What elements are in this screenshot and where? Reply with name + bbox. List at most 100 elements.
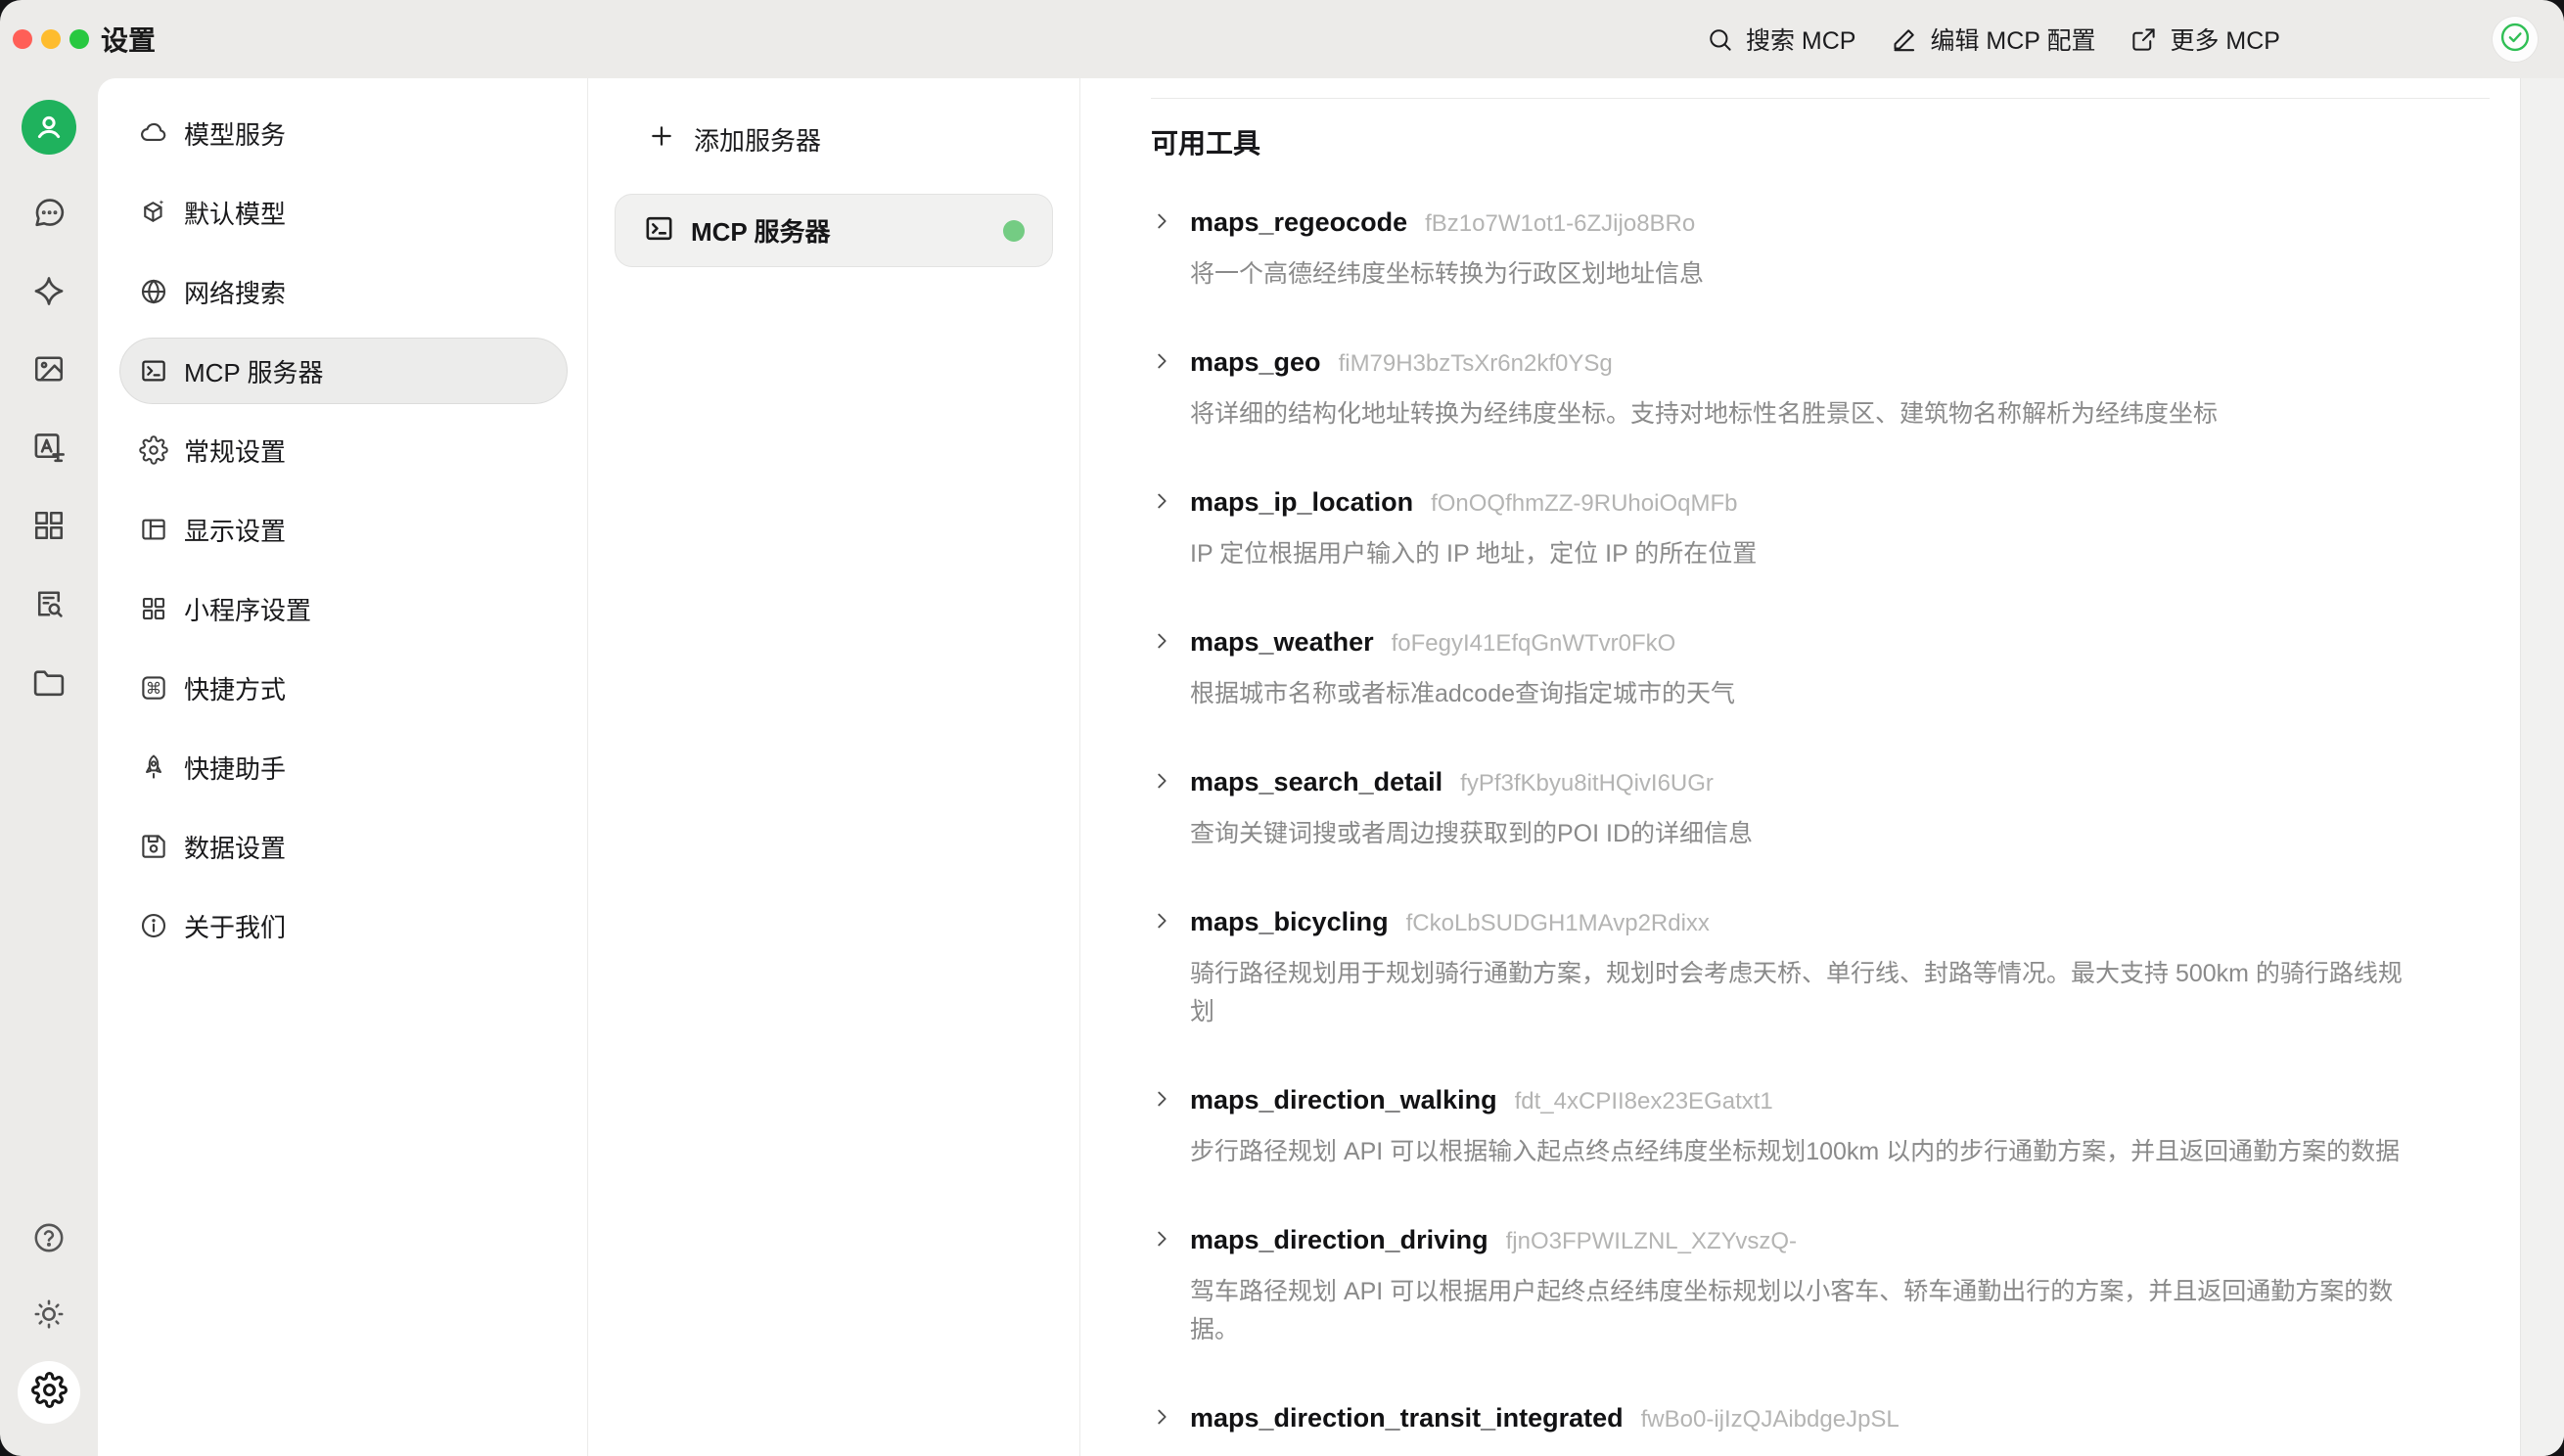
edit-mcp-config-button[interactable]: 编辑 MCP 配置 bbox=[1891, 22, 2095, 57]
tool-id: fBz1o7W1ot1-6ZJijo8BRo bbox=[1425, 205, 1695, 244]
add-server-button[interactable]: 添加服务器 bbox=[615, 112, 1053, 166]
tool-row[interactable]: maps_direction_driving fjnO3FPWILZNL_XZY… bbox=[1151, 1220, 2490, 1349]
tool-name: maps_regeocode bbox=[1190, 203, 1407, 242]
rail-item-theme[interactable] bbox=[31, 1297, 67, 1337]
chevron-right-icon[interactable] bbox=[1151, 1220, 1190, 1349]
window-title: 设置 bbox=[101, 0, 156, 78]
tool-description: 将详细的结构化地址转换为经纬度坐标。支持对地标性名胜景区、建筑物名称解析为经纬度… bbox=[1190, 395, 2413, 433]
settings-window: 设置 搜索 MCP 编辑 MCP 配置 更多 MCP bbox=[0, 0, 2564, 1456]
tool-description: 步行路径规划 API 可以根据输入起点终点经纬度坐标规划100km 以内的步行通… bbox=[1190, 1133, 2413, 1171]
mcp-server-card[interactable]: MCP 服务器 bbox=[615, 194, 1053, 267]
tool-row[interactable]: maps_geo fiM79H3bzTsXr6n2kf0YSg 将详细的结构化地… bbox=[1151, 342, 2490, 433]
rail-item-knowledge[interactable] bbox=[31, 586, 67, 626]
tool-row[interactable]: maps_search_detail fyPf3fKbyu8itHQivI6UG… bbox=[1151, 762, 2490, 853]
tool-id: fdt_4xCPII8ex23EGatxt1 bbox=[1515, 1082, 1773, 1121]
sidebar-item-web-search[interactable]: 网络搜索 bbox=[119, 258, 568, 325]
tools-list: maps_regeocode fBz1o7W1ot1-6ZJijo8BRo 将一… bbox=[1151, 203, 2490, 1451]
rail-item-translate[interactable] bbox=[31, 430, 68, 471]
check-circle-icon bbox=[2497, 20, 2533, 60]
rail-item-chat[interactable] bbox=[31, 195, 68, 236]
globe-icon bbox=[139, 277, 168, 306]
tool-description: IP 定位根据用户输入的 IP 地址，定位 IP 的所在位置 bbox=[1190, 535, 2413, 573]
gear-icon bbox=[139, 435, 168, 465]
chevron-right-icon[interactable] bbox=[1151, 902, 1190, 1031]
command-icon: ⌘ bbox=[139, 673, 168, 703]
tool-row[interactable]: maps_bicycling fCkoLbSUDGH1MAvp2Rdixx 骑行… bbox=[1151, 902, 2490, 1031]
chevron-right-icon[interactable] bbox=[1151, 203, 1190, 294]
settings-menu: 模型服务 默认模型 网络搜索 MCP 服务器 常规设置 显示设置 bbox=[98, 78, 587, 1456]
tool-row[interactable]: maps_direction_walking fdt_4xCPII8ex23EG… bbox=[1151, 1080, 2490, 1171]
edit-icon bbox=[1891, 26, 1917, 53]
tool-name: maps_direction_driving bbox=[1190, 1220, 1488, 1259]
tool-row[interactable]: maps_direction_transit_integrated fwBo0-… bbox=[1151, 1398, 2490, 1451]
document-search-icon bbox=[31, 586, 67, 626]
tool-description: 将一个高德经纬度坐标转换为行政区划地址信息 bbox=[1190, 255, 2413, 294]
mini-grid-icon bbox=[139, 594, 168, 623]
server-list: 添加服务器 MCP 服务器 bbox=[588, 78, 1079, 1456]
close-button[interactable] bbox=[13, 29, 32, 49]
sidebar-item-miniapps[interactable]: 小程序设置 bbox=[119, 575, 568, 642]
chevron-right-icon[interactable] bbox=[1151, 342, 1190, 433]
sidebar-item-general[interactable]: 常规设置 bbox=[119, 417, 568, 483]
sidebar-item-display[interactable]: 显示设置 bbox=[119, 496, 568, 563]
sidebar-item-model-services[interactable]: 模型服务 bbox=[119, 100, 568, 166]
translate-icon bbox=[31, 430, 68, 471]
terminal-icon bbox=[643, 212, 675, 250]
chevron-right-icon[interactable] bbox=[1151, 482, 1190, 573]
chevron-right-icon[interactable] bbox=[1151, 622, 1190, 713]
tool-row[interactable]: maps_weather foFegyI41EfqGnWTvr0FkO 根据城市… bbox=[1151, 622, 2490, 713]
tool-description: 查询关键词搜或者周边搜获取到的POI ID的详细信息 bbox=[1190, 815, 2413, 853]
tool-description: 骑行路径规划用于规划骑行通勤方案，规划时会考虑天桥、单行线、封路等情况。最大支持… bbox=[1190, 955, 2413, 1031]
tool-name: maps_direction_transit_integrated bbox=[1190, 1398, 1624, 1437]
rocket-icon bbox=[139, 752, 168, 782]
minimize-button[interactable] bbox=[41, 29, 61, 49]
sidebar-item-quick-assistant[interactable]: 快捷助手 bbox=[119, 734, 568, 800]
help-icon bbox=[31, 1220, 67, 1260]
cube-icon bbox=[139, 198, 168, 227]
tool-name: maps_geo bbox=[1190, 342, 1321, 382]
rail-item-images[interactable] bbox=[31, 351, 67, 391]
sidebar-item-about[interactable]: 关于我们 bbox=[119, 892, 568, 959]
more-mcp-button[interactable]: 更多 MCP bbox=[2130, 22, 2280, 57]
rail-item-assistant[interactable] bbox=[31, 273, 68, 314]
tool-id: fCkoLbSUDGH1MAvp2Rdixx bbox=[1406, 904, 1710, 943]
chevron-right-icon[interactable] bbox=[1151, 1398, 1190, 1451]
rail-item-apps[interactable] bbox=[31, 508, 67, 548]
status-badge[interactable] bbox=[2493, 17, 2538, 62]
plus-icon bbox=[649, 123, 674, 156]
zoom-button[interactable] bbox=[69, 29, 89, 49]
rail-item-settings[interactable] bbox=[18, 1361, 80, 1424]
folder-icon bbox=[31, 664, 68, 705]
sidebar-item-default-models[interactable]: 默认模型 bbox=[119, 179, 568, 246]
rail-item-files[interactable] bbox=[31, 664, 68, 705]
save-icon bbox=[139, 832, 168, 861]
divider bbox=[1151, 98, 2490, 99]
chevron-right-icon[interactable] bbox=[1151, 762, 1190, 853]
tool-id: fjnO3FPWILZNL_XZYvszQ- bbox=[1506, 1222, 1797, 1261]
tool-row[interactable]: maps_regeocode fBz1o7W1ot1-6ZJijo8BRo 将一… bbox=[1151, 203, 2490, 294]
sidebar-item-data[interactable]: 数据设置 bbox=[119, 813, 568, 880]
tool-name: maps_weather bbox=[1190, 622, 1374, 661]
nav-rail bbox=[0, 78, 98, 1456]
tool-description: 驾车路径规划 API 可以根据用户起终点经纬度坐标规划以小客车、轿车通勤出行的方… bbox=[1190, 1273, 2413, 1349]
available-tools-title: 可用工具 bbox=[1151, 124, 2490, 163]
info-icon bbox=[139, 911, 168, 940]
external-link-icon bbox=[2130, 26, 2157, 53]
chevron-right-icon[interactable] bbox=[1151, 1080, 1190, 1171]
settings-gear-icon bbox=[31, 1372, 68, 1413]
cloud-icon bbox=[139, 118, 168, 148]
settings-panel: 模型服务 默认模型 网络搜索 MCP 服务器 常规设置 显示设置 bbox=[98, 78, 2564, 1456]
tool-name: maps_search_detail bbox=[1190, 762, 1442, 801]
rail-item-help[interactable] bbox=[31, 1220, 67, 1260]
tool-row[interactable]: maps_ip_location fOnOQfhmZZ-9RUhoiOqMFb … bbox=[1151, 482, 2490, 573]
tool-id: foFegyI41EfqGnWTvr0FkO bbox=[1392, 624, 1676, 663]
traffic-lights bbox=[13, 29, 89, 49]
sidebar-item-mcp-servers[interactable]: MCP 服务器 bbox=[119, 338, 568, 404]
avatar[interactable] bbox=[22, 100, 76, 155]
scrollbar-track[interactable] bbox=[2520, 78, 2564, 1456]
search-mcp-button[interactable]: 搜索 MCP bbox=[1707, 22, 1856, 57]
sidebar-item-shortcuts[interactable]: ⌘ 快捷方式 bbox=[119, 655, 568, 721]
server-detail: 可用工具 maps_regeocode fBz1o7W1ot1-6ZJijo8B… bbox=[1080, 78, 2564, 1456]
tool-id: fwBo0-ijIzQJAibdgeJpSL bbox=[1641, 1400, 1900, 1439]
grid-icon bbox=[31, 508, 67, 548]
